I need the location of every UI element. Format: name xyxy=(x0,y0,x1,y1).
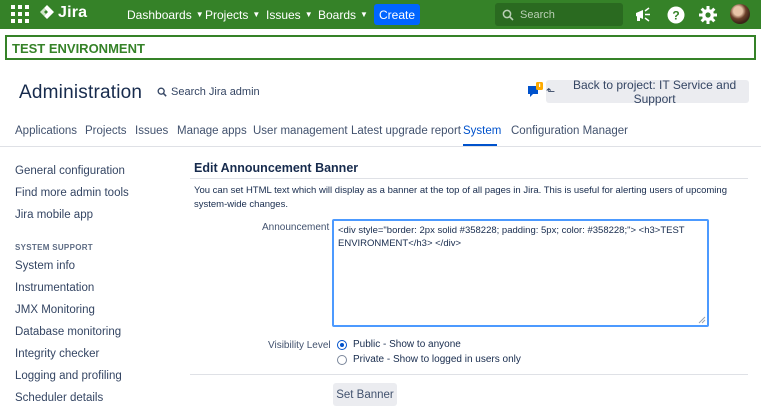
chevron-down-icon: ▼ xyxy=(360,10,368,19)
tab-system[interactable]: System xyxy=(463,125,501,137)
nav-issues-label: Issues xyxy=(266,7,301,22)
sidebar-item-integrity-checker[interactable]: Integrity checker xyxy=(15,348,99,360)
jira-logo-icon xyxy=(40,5,54,19)
resize-handle-icon[interactable] xyxy=(698,316,706,324)
chevron-down-icon: ▼ xyxy=(252,10,261,19)
sidebar-item-jmx-monitoring[interactable]: JMX Monitoring xyxy=(15,304,95,316)
announcement-label: Announcement xyxy=(262,222,330,233)
set-banner-button[interactable]: Set Banner xyxy=(333,383,397,406)
sidebar-item-logging-and-profiling[interactable]: Logging and profiling xyxy=(15,370,122,382)
notification-icon[interactable] xyxy=(527,82,543,100)
jira-logo[interactable]: Jira xyxy=(39,4,87,22)
tab-manage-apps[interactable]: Manage apps xyxy=(177,125,247,137)
app-switcher-icon[interactable] xyxy=(11,5,29,23)
radio-public-label: Public - Show to anyone xyxy=(353,339,461,350)
announcement-textarea[interactable]: <div style="border: 2px solid #358228; p… xyxy=(332,219,709,327)
radio-private-label: Private - Show to logged in users only xyxy=(353,354,521,365)
form-description: You can set HTML text which will display… xyxy=(194,185,727,210)
logo-text: Jira xyxy=(58,4,88,21)
sidebar-item-general-configuration[interactable]: General configuration xyxy=(15,165,125,177)
visibility-option-public[interactable]: Public - Show to anyone xyxy=(337,339,461,350)
visibility-option-private[interactable]: Private - Show to logged in users only xyxy=(337,354,521,365)
tab-latest-upgrade-report[interactable]: Latest upgrade report xyxy=(351,125,461,137)
announcement-banner: TEST ENVIRONMENT xyxy=(5,35,756,60)
sidebar-item-jira-mobile-app[interactable]: Jira mobile app xyxy=(15,209,93,221)
search-icon xyxy=(502,9,514,21)
form-title: Edit Announcement Banner xyxy=(194,161,359,175)
form-title-divider xyxy=(190,178,748,179)
nav-projects-label: Projects xyxy=(205,7,249,22)
back-arrow-icon: ⬑ xyxy=(546,86,556,98)
page-title: Administration xyxy=(19,82,143,103)
tab-user-management[interactable]: User management xyxy=(253,125,348,137)
search-placeholder: Search xyxy=(520,8,555,21)
avatar[interactable] xyxy=(730,4,750,24)
search-admin-link[interactable]: Search Jira admin xyxy=(157,86,260,98)
chevron-down-icon: ▼ xyxy=(304,10,313,19)
tabs-divider xyxy=(0,146,761,147)
svg-text:?: ? xyxy=(672,9,679,23)
nav-dashboards[interactable]: Dashboards ▼ xyxy=(127,0,204,29)
tab-applications[interactable]: Applications xyxy=(15,125,77,137)
nav-dashboards-label: Dashboards xyxy=(127,7,192,22)
tab-projects[interactable]: Projects xyxy=(85,125,127,137)
settings-icon[interactable] xyxy=(698,5,718,25)
search-admin-label: Search Jira admin xyxy=(171,86,260,98)
sidebar-item-instrumentation[interactable]: Instrumentation xyxy=(15,282,94,294)
form-footer-divider xyxy=(190,374,748,375)
visibility-label: Visibility Level xyxy=(268,340,331,351)
search-icon xyxy=(157,87,167,97)
help-icon[interactable]: ? xyxy=(666,5,686,25)
radio-public[interactable] xyxy=(337,339,347,350)
radio-private[interactable] xyxy=(337,354,347,365)
tab-configuration-manager[interactable]: Configuration Manager xyxy=(511,125,628,137)
sidebar-item-database-monitoring[interactable]: Database monitoring xyxy=(15,326,121,338)
create-button[interactable]: Create xyxy=(374,4,420,25)
nav-boards-label: Boards xyxy=(318,7,357,22)
search-input[interactable]: Search xyxy=(495,3,623,26)
tab-issues[interactable]: Issues xyxy=(135,125,168,137)
back-to-project-button[interactable]: ⬑ Back to project: IT Service and Suppor… xyxy=(546,77,749,106)
top-navigation-bar: Jira Dashboards ▼ Projects ▼ Issues ▼ Bo… xyxy=(0,0,761,29)
sidebar-section-heading: SYSTEM SUPPORT xyxy=(15,243,93,252)
megaphone-icon[interactable] xyxy=(633,5,653,25)
nav-issues[interactable]: Issues ▼ xyxy=(266,0,313,29)
chevron-down-icon: ▼ xyxy=(195,10,204,19)
sidebar-item-scheduler-details[interactable]: Scheduler details xyxy=(15,392,103,404)
sidebar-item-find-more-admin-tools[interactable]: Find more admin tools xyxy=(15,187,129,199)
sidebar-item-system-info[interactable]: System info xyxy=(15,260,75,272)
back-to-project-label: Back to project: IT Service and Support xyxy=(573,77,737,106)
nav-boards[interactable]: Boards ▼ xyxy=(318,0,368,29)
nav-projects[interactable]: Projects ▼ xyxy=(205,0,260,29)
